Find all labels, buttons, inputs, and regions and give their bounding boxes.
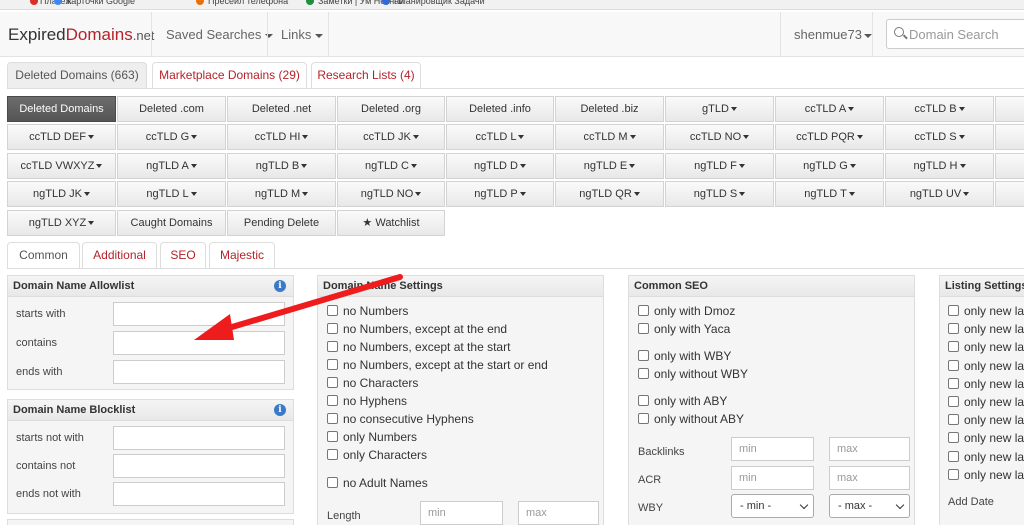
- arrow-head: [194, 314, 234, 340]
- annotation-arrow: [194, 274, 403, 340]
- arrow-shaft: [219, 274, 403, 333]
